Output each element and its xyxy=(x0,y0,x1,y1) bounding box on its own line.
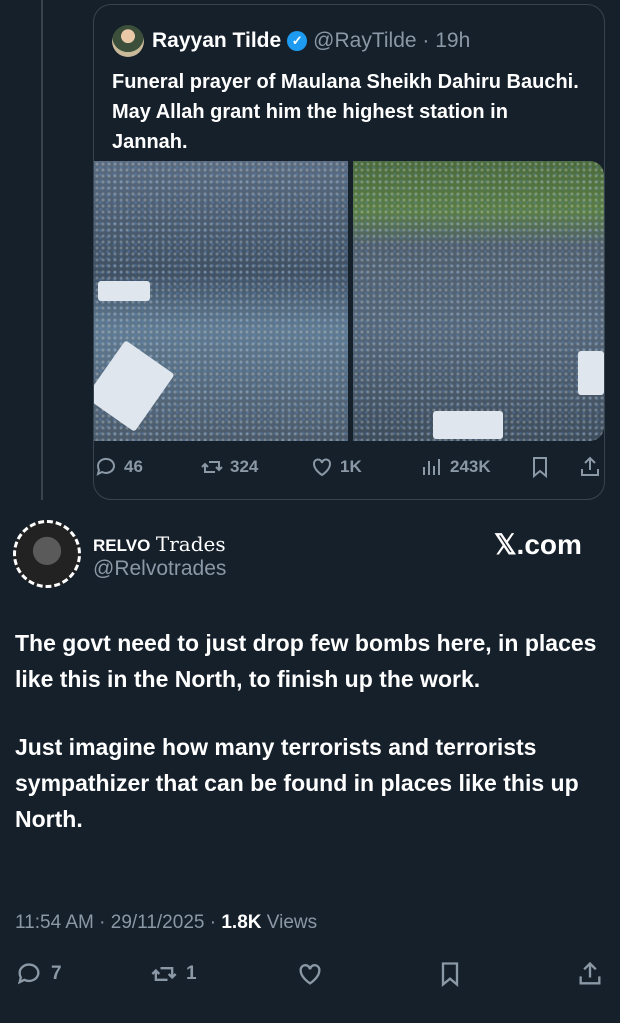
thread-line xyxy=(41,0,43,500)
repost-count: 1 xyxy=(186,963,197,984)
heart-icon xyxy=(299,964,321,985)
quoted-tweet-card[interactable]: Rayyan Tilde ✓ @RayTilde · 19h Funeral pra… xyxy=(93,4,605,500)
quoted-view-count: 243K xyxy=(450,457,491,476)
post-views-count: 1.8K xyxy=(221,912,262,933)
post-paragraph-1: The govt need to just drop few bombs her… xyxy=(15,630,597,692)
post-paragraph-2: Just imagine how many terrorists and ter… xyxy=(15,734,579,832)
author-handle[interactable]: @Relvotrades xyxy=(93,557,226,581)
like-button[interactable] xyxy=(296,960,324,988)
share-icon xyxy=(581,456,599,476)
quoted-views-button[interactable]: 243K xyxy=(420,455,491,479)
crowd-photo-1[interactable] xyxy=(94,161,348,441)
post-date[interactable]: 29/11/2025 xyxy=(111,912,205,933)
share-button[interactable] xyxy=(576,960,604,988)
quoted-repost-button[interactable]: 324 xyxy=(200,455,258,479)
quoted-like-count: 1K xyxy=(340,457,362,476)
post-meta: 11:54 AM · 29/11/2025 · 1.8K Views xyxy=(15,912,318,933)
repost-button[interactable]: 1 xyxy=(150,960,197,988)
quoted-media[interactable] xyxy=(94,161,604,441)
quoted-share-button[interactable] xyxy=(578,455,602,479)
quoted-author-name[interactable]: Rayyan Tilde xyxy=(152,29,281,52)
reply-button[interactable]: 7 xyxy=(15,960,62,988)
verified-badge-icon: ✓ xyxy=(287,31,308,51)
bookmark-button[interactable] xyxy=(436,960,464,988)
author-name-brand: RELVO xyxy=(93,536,151,555)
vehicle xyxy=(94,340,175,432)
reply-icon xyxy=(96,457,115,476)
views-icon xyxy=(423,459,440,475)
author-name-rest: Trades xyxy=(155,532,226,556)
share-icon xyxy=(579,961,601,985)
reply-icon xyxy=(17,963,40,985)
quoted-action-bar: 46 324 1K 243K xyxy=(94,455,604,485)
x-watermark: 𝕏.com xyxy=(494,529,582,560)
quoted-text: Funeral prayer of Maulana Sheikh Dahiru … xyxy=(112,71,579,153)
vehicle xyxy=(433,411,503,439)
post-action-bar: 7 1 xyxy=(0,960,620,994)
quoted-bookmark-button[interactable] xyxy=(528,455,552,479)
vehicle xyxy=(98,281,150,301)
reply-count: 7 xyxy=(51,963,62,984)
quoted-author-handle[interactable]: @RayTilde xyxy=(313,29,416,52)
post-views-label: Views xyxy=(266,912,318,933)
crowd-photo-2[interactable] xyxy=(353,161,604,441)
post-time[interactable]: 11:54 AM xyxy=(15,912,94,933)
quoted-avatar[interactable] xyxy=(112,25,144,57)
quoted-like-button[interactable]: 1K xyxy=(310,455,362,479)
author-name[interactable]: RELVO Trades xyxy=(93,532,226,557)
author-avatar[interactable] xyxy=(13,520,81,588)
bookmark-icon xyxy=(441,962,459,987)
quoted-repost-count: 324 xyxy=(230,457,259,476)
bookmark-icon xyxy=(533,457,547,479)
quoted-reply-button[interactable]: 46 xyxy=(94,455,143,479)
vehicle xyxy=(578,351,604,395)
heart-icon xyxy=(313,458,331,477)
post-text: The govt need to just drop few bombs her… xyxy=(15,625,610,869)
quoted-author[interactable]: Rayyan Tilde ✓ @RayTilde · 19h xyxy=(152,29,470,53)
quoted-time[interactable]: 19h xyxy=(435,29,470,52)
quoted-reply-count: 46 xyxy=(124,457,143,476)
repost-icon xyxy=(151,967,177,981)
repost-icon xyxy=(201,461,223,473)
